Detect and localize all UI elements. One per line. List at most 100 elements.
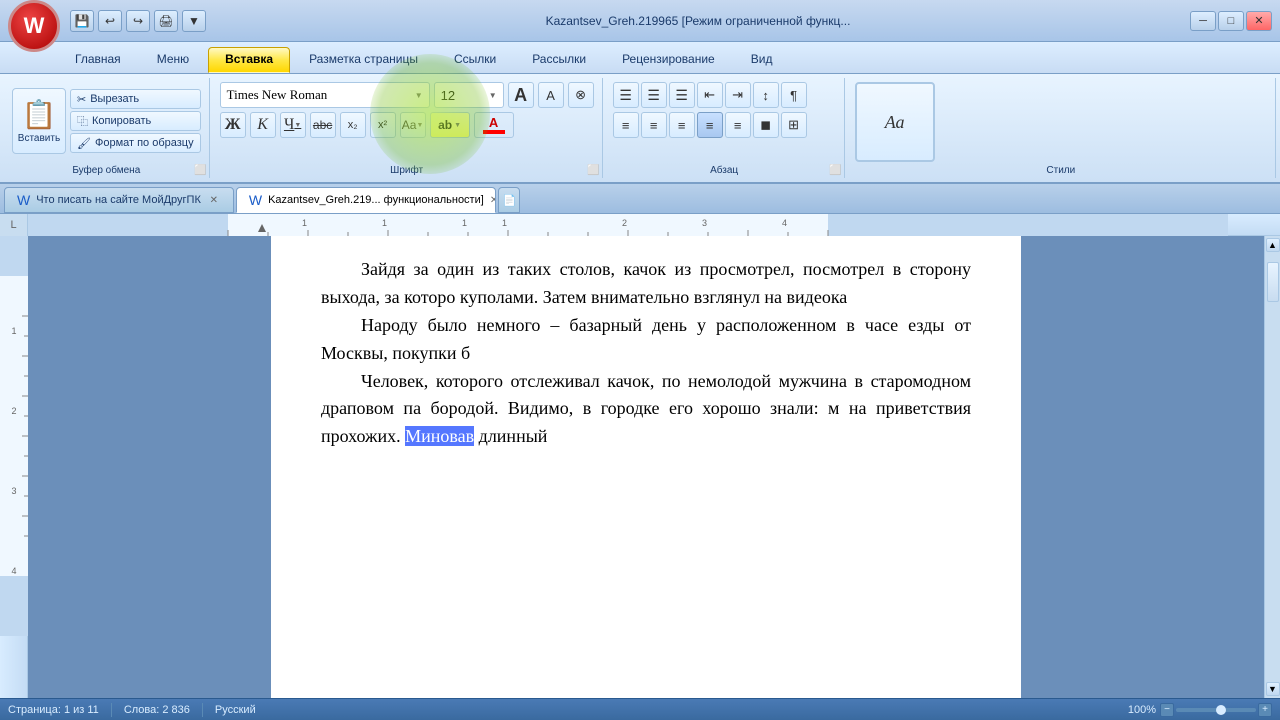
- font-size-value: 12: [441, 88, 455, 103]
- doc-tab-2[interactable]: W Kazantsev_Greh.219... функциональности…: [236, 187, 496, 213]
- paragraph-2: Народу было немного – базарный день у ра…: [321, 312, 971, 368]
- styles-section: Аа Стили: [847, 78, 1276, 178]
- tab-page-layout[interactable]: Разметка страницы: [292, 47, 435, 73]
- page-count: Страница: 1 из 11: [8, 704, 99, 716]
- vertical-ruler: 1 2 3 4: [0, 236, 28, 698]
- font-size-arrow: ▼: [489, 91, 497, 100]
- scroll-up-button[interactable]: ▲: [1266, 238, 1280, 252]
- tab-home[interactable]: Главная: [58, 47, 138, 73]
- copy-button[interactable]: ⿻ Копировать: [70, 111, 201, 131]
- numbering-button[interactable]: ☰: [641, 82, 667, 108]
- tab-mailings[interactable]: Рассылки: [515, 47, 603, 73]
- zoom-track[interactable]: [1176, 708, 1256, 712]
- font-name-arrow: ▼: [415, 91, 423, 100]
- font-color-button[interactable]: А: [474, 112, 514, 138]
- svg-text:4: 4: [782, 218, 787, 228]
- clipboard-label: Буфер обмена: [72, 165, 140, 176]
- doc-tab-extra[interactable]: 📄: [498, 187, 520, 213]
- vertical-ruler-svg: 1 2 3 4: [0, 236, 28, 636]
- highlight-icon: ab: [438, 118, 452, 132]
- main-area: 1 2 3 4 Зайдя за один из таких столов, к…: [0, 236, 1280, 698]
- grow-font-button[interactable]: A: [508, 82, 534, 108]
- copy-icon: ⿻: [77, 113, 88, 129]
- tab-menu[interactable]: Меню: [140, 47, 206, 73]
- doc-tab-1-close[interactable]: ✕: [207, 193, 221, 207]
- highlight-color-button[interactable]: ab ▼: [430, 112, 470, 138]
- paragraph-3: Человек, которого отслеживал качок, по н…: [321, 368, 971, 452]
- minimize-button[interactable]: ─: [1190, 11, 1216, 31]
- save-button[interactable]: 💾: [70, 10, 94, 32]
- bullets-button[interactable]: ☰: [613, 82, 639, 108]
- align-justify-button[interactable]: ≡: [697, 112, 723, 138]
- subscript-button[interactable]: x₂: [340, 112, 366, 138]
- paste-label: Вставить: [18, 133, 60, 144]
- svg-text:1: 1: [382, 218, 387, 228]
- language: Русский: [215, 704, 256, 716]
- font-expand-button[interactable]: ⬜: [587, 165, 599, 176]
- superscript-button[interactable]: x²: [370, 112, 396, 138]
- line-spacing-button[interactable]: ≡: [725, 112, 751, 138]
- paragraph-1: Зайдя за один из таких столов, качок из …: [321, 256, 971, 312]
- tab-insert[interactable]: Вставка: [208, 47, 290, 73]
- doc-tab-2-icon: W: [249, 192, 262, 208]
- doc-tab-2-label: Kazantsev_Greh.219... функциональности]: [268, 194, 484, 206]
- svg-text:1: 1: [502, 218, 507, 228]
- clear-formatting-button[interactable]: ⊗: [568, 82, 594, 108]
- shrink-font-button[interactable]: A: [538, 82, 564, 108]
- styles-box[interactable]: Аа: [855, 82, 935, 162]
- change-case-button[interactable]: Aa▼: [400, 112, 426, 138]
- decrease-indent-button[interactable]: ⇤: [697, 82, 723, 108]
- paste-button[interactable]: 📋 Вставить: [12, 88, 66, 154]
- ribbon-tabs: Главная Меню Вставка Разметка страницы С…: [0, 42, 1280, 74]
- tab-references[interactable]: Ссылки: [437, 47, 513, 73]
- document-page[interactable]: Зайдя за один из таких столов, качок из …: [271, 236, 1021, 698]
- scroll-down-button[interactable]: ▼: [1266, 682, 1280, 696]
- zoom-slider[interactable]: 100% − +: [1128, 703, 1272, 717]
- clipboard-body: 📋 Вставить ✂ Вырезать ⿻ Копировать 🖌 Фор…: [12, 78, 201, 178]
- tab-view[interactable]: Вид: [734, 47, 790, 73]
- align-right-button[interactable]: ≡: [669, 112, 695, 138]
- doc-tab-1-icon: W: [17, 192, 30, 208]
- office-button[interactable]: W: [8, 0, 60, 52]
- cut-button[interactable]: ✂ Вырезать: [70, 89, 201, 109]
- maximize-button[interactable]: □: [1218, 11, 1244, 31]
- doc-tab-2-close[interactable]: ✕: [490, 193, 496, 207]
- increase-indent-button[interactable]: ⇥: [725, 82, 751, 108]
- underline-button[interactable]: Ч ▼: [280, 112, 306, 138]
- strikethrough-button[interactable]: abc: [310, 112, 336, 138]
- customize-qat-button[interactable]: ▼: [182, 10, 206, 32]
- clipboard-expand-button[interactable]: ⬜: [194, 165, 206, 176]
- close-button[interactable]: ✕: [1246, 11, 1272, 31]
- status-bar: Страница: 1 из 11 Слова: 2 836 Русский 1…: [0, 698, 1280, 720]
- multilevel-button[interactable]: ☰: [669, 82, 695, 108]
- align-center-button[interactable]: ≡: [641, 112, 667, 138]
- scroll-thumb[interactable]: [1267, 262, 1279, 302]
- para-row-1: ☰ ☰ ☰ ⇤ ⇥ ↕ ¶: [613, 82, 836, 108]
- vertical-scrollbar[interactable]: ▲ ▼: [1264, 236, 1280, 698]
- page-area: Зайдя за один из таких столов, качок из …: [28, 236, 1264, 698]
- align-left-button[interactable]: ≡: [613, 112, 639, 138]
- undo-button[interactable]: ↩: [98, 10, 122, 32]
- font-size-dropdown[interactable]: 12 ▼: [434, 82, 504, 108]
- doc-tab-1[interactable]: W Что писать на сайте МойДругПК ✕: [4, 187, 234, 213]
- italic-button[interactable]: К: [250, 112, 276, 138]
- tab-review[interactable]: Рецензирование: [605, 47, 732, 73]
- styles-section-label: Стили: [1046, 165, 1075, 176]
- para-row-2: ≡ ≡ ≡ ≡ ≡ ◼ ⊞: [613, 112, 836, 138]
- print-button[interactable]: 🖨: [154, 10, 178, 32]
- ruler-corner[interactable]: L: [0, 214, 28, 236]
- font-name-dropdown[interactable]: Times New Roman ▼: [220, 82, 430, 108]
- zoom-level: 100%: [1128, 704, 1156, 716]
- zoom-in-button[interactable]: +: [1258, 703, 1272, 717]
- show-marks-button[interactable]: ¶: [781, 82, 807, 108]
- zoom-out-button[interactable]: −: [1160, 703, 1174, 717]
- sort-button[interactable]: ↕: [753, 82, 779, 108]
- paragraph-expand-button[interactable]: ⬜: [829, 165, 841, 176]
- shading-button[interactable]: ◼: [753, 112, 779, 138]
- format-painter-button[interactable]: 🖌 Формат по образцу: [70, 133, 201, 153]
- borders-button[interactable]: ⊞: [781, 112, 807, 138]
- bold-button[interactable]: Ж: [220, 112, 246, 138]
- list-button-group: ☰ ☰ ☰: [613, 82, 695, 108]
- clipboard-section: 📋 Вставить ✂ Вырезать ⿻ Копировать 🖌 Фор…: [4, 78, 210, 178]
- redo-button[interactable]: ↪: [126, 10, 150, 32]
